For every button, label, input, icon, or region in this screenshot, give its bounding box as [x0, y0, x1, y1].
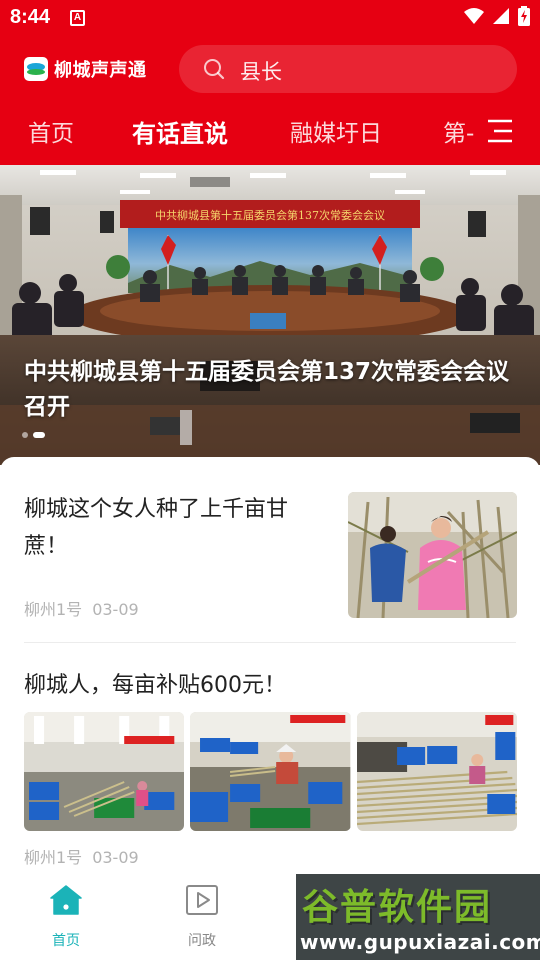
battery-charging-icon — [518, 6, 530, 26]
menu-icon[interactable] — [484, 118, 514, 144]
news-thumbnail-row — [24, 712, 517, 831]
play-icon — [186, 885, 218, 915]
watermark-title: 谷普软件园 — [302, 887, 493, 928]
nav-home[interactable]: 首页 — [21, 877, 111, 960]
news-thumbnail — [190, 712, 351, 831]
banner-title: 中共柳城县第十五届委员会第137次常委会会议召开 — [24, 359, 510, 420]
status-icons — [464, 6, 530, 26]
channel-tabs: 首页 有话直说 融媒圩日 第- — [0, 110, 540, 156]
tab-media-market-day[interactable]: 融媒圩日 — [290, 114, 382, 148]
news-source: 柳州1号 — [24, 848, 83, 867]
app-header: 8:44 A 柳城声声通 县长 首页 有话直说 融媒圩日 第- — [0, 0, 540, 165]
search-icon — [204, 59, 225, 80]
news-feed: 柳城这个女人种了上千亩甘蔗！ 柳州1号 03-09 柳城人，每亩补贴600元！ … — [0, 457, 540, 877]
home-icon — [50, 885, 82, 915]
status-time: 8:44 — [10, 6, 51, 28]
app-name: 柳城声声通 — [54, 60, 147, 81]
search-input[interactable]: 县长 — [179, 45, 517, 93]
logo-icon — [24, 57, 48, 81]
app-bar: 柳城声声通 县长 — [0, 40, 540, 100]
carousel-dot-active — [33, 432, 45, 438]
carousel-dot — [22, 432, 28, 438]
tab-speak-directly[interactable]: 有话直说 — [132, 114, 228, 149]
carousel-indicator — [22, 432, 45, 438]
nav-home-label: 首页 — [52, 933, 80, 949]
news-thumbnail — [24, 712, 185, 831]
news-title: 柳城人，每亩补贴600元！ — [24, 673, 286, 698]
watermark: 谷普软件园 www.gupuxiazai.com — [296, 874, 540, 960]
app-logo[interactable]: 柳城声声通 — [24, 56, 147, 82]
news-title: 柳城这个女人种了上千亩甘蔗！ — [24, 497, 289, 559]
feed-divider — [24, 642, 516, 643]
signal-icon — [493, 8, 509, 24]
wifi-icon — [464, 8, 484, 24]
status-bar: 8:44 A — [0, 0, 540, 36]
news-meta: 柳州1号 03-09 — [24, 596, 139, 620]
watermark-url: www.gupuxiazai.com — [300, 930, 540, 954]
nav-inquiry[interactable]: 问政 — [157, 877, 247, 960]
tab-home[interactable]: 首页 — [28, 114, 74, 148]
search-placeholder: 县长 — [240, 60, 282, 84]
backdrop-text: 中共柳城县第十五届委员会第137次常委会会议 — [155, 208, 385, 222]
news-thumbnail — [348, 492, 517, 618]
news-date: 03-09 — [92, 848, 139, 867]
news-meta: 柳州1号 03-09 — [24, 844, 139, 868]
news-date: 03-09 — [92, 600, 139, 619]
banner-carousel[interactable]: 中共柳城县第十五届委员会第137次常委会会议 中共柳城县第十五届委员会第137次… — [0, 165, 540, 465]
nav-inquiry-label: 问政 — [188, 933, 216, 949]
news-thumbnail — [356, 712, 517, 831]
notification-icon: A — [70, 10, 85, 26]
news-source: 柳州1号 — [24, 600, 83, 619]
tab-partial[interactable]: 第- — [443, 114, 474, 148]
